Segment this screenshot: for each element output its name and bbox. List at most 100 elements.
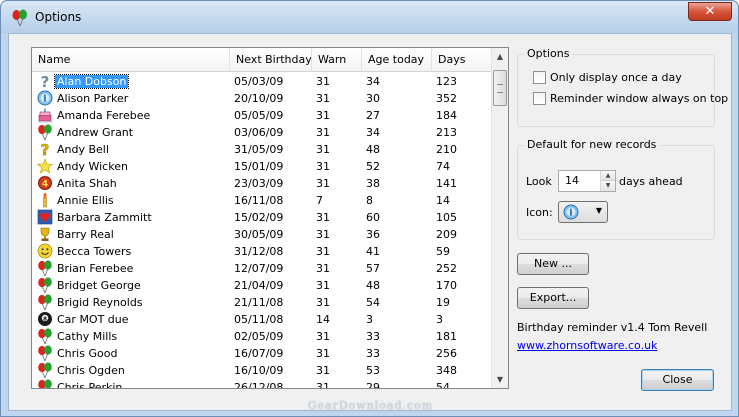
table-row[interactable]: Becca Towers 31/12/08 31 41 59	[32, 243, 492, 260]
always-on-top-label: Reminder window always on top	[550, 92, 729, 105]
cell-warn: 31	[316, 160, 330, 173]
row-name: Alan Dobson	[53, 74, 130, 89]
cell-age-today: 52	[366, 160, 380, 173]
cell-days: 105	[436, 211, 457, 224]
table-row[interactable]: Brian Ferebee 12/07/09 31 57 252	[32, 260, 492, 277]
cell-age-today: 48	[366, 279, 380, 292]
column-header-name[interactable]: Name	[32, 48, 230, 72]
spin-up-button[interactable]: ▲	[601, 171, 615, 181]
cell-next-birthday: 20/10/09	[234, 92, 284, 105]
cell-days: 14	[436, 194, 450, 207]
row-name: Annie Ellis	[57, 194, 114, 207]
new-button[interactable]: New ...	[517, 253, 589, 275]
cell-name: Andy Wicken	[35, 158, 230, 175]
options-group-label: Options	[524, 47, 573, 60]
table-row[interactable]: Barbara Zammitt 15/02/09 31 60 105	[32, 209, 492, 226]
table-row[interactable]: ? Andy Bell 31/05/09 31 48 210	[32, 141, 492, 158]
cell-next-birthday: 05/05/09	[234, 109, 284, 122]
cell-next-birthday: 26/12/08	[234, 381, 284, 388]
cell-warn: 31	[316, 228, 330, 241]
cell-name: Bridget George	[35, 277, 230, 294]
row-name: Becca Towers	[57, 245, 132, 258]
table-row[interactable]: Barry Real 30/05/09 31 36 209	[32, 226, 492, 243]
balloons-icon	[38, 294, 52, 310]
look-days-value[interactable]: 14	[565, 174, 579, 187]
cell-next-birthday: 16/07/09	[234, 347, 284, 360]
close-window-button[interactable]: ✕	[688, 2, 732, 21]
scroll-up-button[interactable]: ▲	[492, 48, 508, 65]
candle-icon	[43, 192, 47, 208]
svg-text:i: i	[43, 95, 47, 105]
always-on-top-checkbox[interactable]: Reminder window always on top	[533, 92, 728, 106]
table-row[interactable]: Andy Wicken 15/01/09 31 52 74	[32, 158, 492, 175]
column-header-days[interactable]: Days	[432, 48, 492, 72]
checkbox-box[interactable]	[533, 92, 546, 105]
table-row[interactable]: 4 Anita Shah 23/03/09 31 38 141	[32, 175, 492, 192]
title-bar[interactable]: Options ✕	[1, 1, 738, 33]
once-a-day-checkbox[interactable]: Only display once a day	[533, 71, 682, 85]
cell-name: Chris Good	[35, 345, 230, 362]
table-row[interactable]: Chris Good 16/07/09 31 33 256	[32, 345, 492, 362]
spin-down-button[interactable]: ▼	[601, 181, 615, 191]
website-link[interactable]: www.zhornsoftware.co.uk	[517, 339, 657, 352]
table-row[interactable]: Chris Ogden 16/10/09 31 53 348	[32, 362, 492, 379]
table-row[interactable]: 8 Car MOT due 05/11/08 14 3 3	[32, 311, 492, 328]
cell-name: Andrew Grant	[35, 124, 230, 141]
options-group: Options Only display once a day Reminder…	[517, 47, 728, 127]
table-row[interactable]: Chris Perkin 26/12/08 31 29 54	[32, 379, 492, 388]
cell-warn: 31	[316, 262, 330, 275]
cell-days: 348	[436, 364, 457, 377]
defaults-group: Default for new records Look 14 ▲ ▼ days…	[517, 138, 715, 240]
cell-warn: 31	[316, 109, 330, 122]
table-row[interactable]: Annie Ellis 16/11/08 7 8 14	[32, 192, 492, 209]
cell-name: Annie Ellis	[35, 192, 230, 209]
list-scrollbar[interactable]: ▲ ▼	[491, 48, 508, 388]
cell-age-today: 54	[366, 296, 380, 309]
table-row[interactable]: ? Alan Dobson 05/03/09 31 34 123	[32, 73, 492, 90]
table-row[interactable]: Cathy Mills 02/05/09 31 33 181	[32, 328, 492, 345]
cell-warn: 7	[316, 194, 323, 207]
cell-days: 123	[436, 75, 457, 88]
table-row[interactable]: i Alison Parker 20/10/09 31 30 352	[32, 90, 492, 107]
cell-days: 19	[436, 296, 450, 309]
cell-name: Barbara Zammitt	[35, 209, 230, 226]
info-icon: i	[37, 90, 53, 106]
table-row[interactable]: Amanda Ferebee 05/05/09 31 27 184	[32, 107, 492, 124]
balloons-icon	[38, 328, 52, 344]
table-row[interactable]: Brigid Reynolds 21/11/08 31 54 19	[32, 294, 492, 311]
scroll-thumb[interactable]	[493, 70, 507, 106]
cell-days: 252	[436, 262, 457, 275]
column-header-age-today[interactable]: Age today	[362, 48, 432, 72]
table-row[interactable]: Bridget George 21/04/09 31 48 170	[32, 277, 492, 294]
birthday-list[interactable]: Name Next Birthday Warn Age today Days ?…	[31, 47, 509, 389]
cell-age-today: 60	[366, 211, 380, 224]
cell-name: 4 Anita Shah	[35, 175, 230, 192]
chevron-down-icon: ▼	[595, 206, 602, 215]
spinner-buttons: ▲ ▼	[600, 171, 615, 191]
icon-select[interactable]: i ▼	[558, 201, 608, 223]
cell-days: 209	[436, 228, 457, 241]
row-name: Brian Ferebee	[57, 262, 134, 275]
checkbox-box[interactable]	[533, 71, 546, 84]
look-days-spinner[interactable]: 14 ▲ ▼	[558, 170, 616, 192]
close-button[interactable]: Close	[641, 369, 714, 391]
cell-next-birthday: 02/05/09	[234, 330, 284, 343]
cell-name: ? Andy Bell	[35, 141, 230, 158]
svg-text:8: 8	[43, 316, 47, 322]
svg-text:?: ?	[41, 73, 50, 89]
svg-text:4: 4	[42, 180, 48, 190]
table-row[interactable]: Andrew Grant 03/06/09 31 34 213	[32, 124, 492, 141]
row-name: Barry Real	[57, 228, 114, 241]
days-ahead-label: days ahead	[619, 175, 683, 188]
cell-days: 210	[436, 143, 457, 156]
cell-age-today: 33	[366, 347, 380, 360]
cell-next-birthday: 05/03/09	[234, 75, 284, 88]
cell-age-today: 34	[366, 126, 380, 139]
export-button[interactable]: Export...	[517, 287, 589, 309]
scroll-down-button[interactable]: ▼	[492, 371, 508, 388]
row-name: Chris Perkin	[57, 381, 123, 388]
row-name: Chris Good	[57, 347, 118, 360]
column-header-warn[interactable]: Warn	[312, 48, 362, 72]
column-header-next-birthday[interactable]: Next Birthday	[230, 48, 312, 72]
svg-text:?: ?	[41, 141, 50, 157]
